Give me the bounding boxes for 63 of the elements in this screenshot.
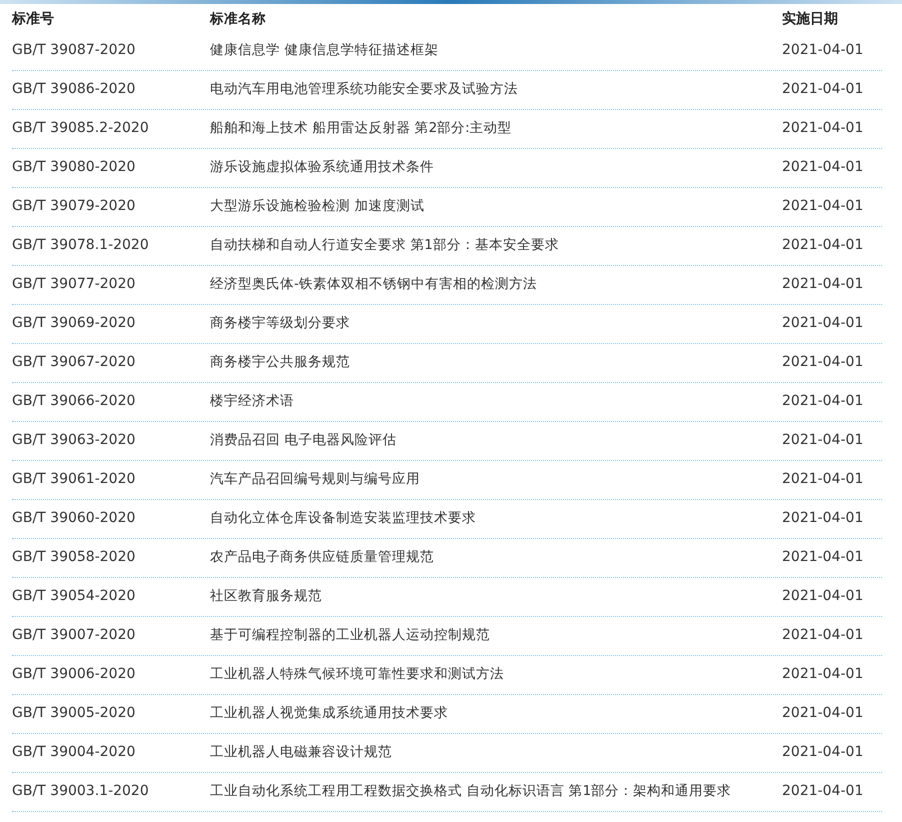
table-cell-text: GB/T 39069-2020 — [12, 314, 136, 333]
table-cell-text: GB/T 39080-2020 — [12, 158, 136, 177]
table-cell-text: 船舶和海上技术 船用雷达反射器 第2部分:主动型 — [210, 119, 513, 138]
table-cell-text: 健康信息学 健康信息学特征描述框架 — [210, 41, 440, 60]
table-cell-text: GB/T 39086-2020 — [12, 80, 136, 99]
table-cell-text: GB/T 39007-2020 — [12, 626, 136, 645]
table-cell-text: 2021-04-01 — [782, 392, 864, 411]
column-header: 实施日期 — [782, 10, 839, 28]
table-cell-text: GB/T 39067-2020 — [12, 353, 136, 372]
table-cell-text: GB/T 39087-2020 — [12, 41, 136, 60]
table-cell-text: 2021-04-01 — [782, 275, 864, 294]
table-cell-text: 自动化立体仓库设备制造安装监理技术要求 — [210, 509, 477, 528]
table-cell-text: 2021-04-01 — [782, 665, 864, 684]
table-cell-text: 2021-04-01 — [782, 704, 864, 723]
table-cell-text: GB/T 39060-2020 — [12, 509, 136, 528]
table-cell-text: 电动汽车用电池管理系统功能安全要求及试验方法 — [210, 80, 519, 99]
table-cell-text: 楼宇经济术语 — [210, 392, 295, 411]
table-cell-text: GB/T 39054-2020 — [12, 587, 136, 606]
table-cell-text: GB/T 39006-2020 — [12, 665, 136, 684]
table-cell-text: 2021-04-01 — [782, 548, 864, 567]
table-cell-text: 2021-04-01 — [782, 41, 864, 60]
table-cell-text: 大型游乐设施检验检测 加速度测试 — [210, 197, 426, 216]
table-cell-text: 经济型奥氏体-铁素体双相不锈钢中有害相的检测方法 — [210, 275, 538, 294]
table-cell-text: GB/T 39061-2020 — [12, 470, 136, 489]
table-cell-text: GB/T 39004-2020 — [12, 743, 136, 762]
table-cell-text: GB/T 39005-2020 — [12, 704, 136, 723]
table-cell-text: 工业机器人特殊气候环境可靠性要求和测试方法 — [210, 665, 505, 684]
table-cell-text: 工业机器人视觉集成系统通用技术要求 — [210, 704, 449, 723]
table-cell-text: 2021-04-01 — [782, 509, 864, 528]
table-cell-text: 2021-04-01 — [782, 470, 864, 489]
table-cell-text: GB/T 39058-2020 — [12, 548, 136, 567]
table-cell-text: GB/T 39063-2020 — [12, 431, 136, 450]
table-cell-text: 商务楼宇等级划分要求 — [210, 314, 351, 333]
table-cell-text: 基于可编程控制器的工业机器人运动控制规范 — [210, 626, 491, 645]
table-cell-text: 商务楼宇公共服务规范 — [210, 353, 351, 372]
table-cell-text: 汽车产品召回编号规则与编号应用 — [210, 470, 421, 489]
table-cell-text: 2021-04-01 — [782, 626, 864, 645]
table-cell-text: 2021-04-01 — [782, 80, 864, 99]
table-cell-text: 2021-04-01 — [782, 314, 864, 333]
table-cell-text: 消费品召回 电子电器风险评估 — [210, 431, 398, 450]
table-cell-text: 工业自动化系统工程用工程数据交换格式 自动化标识语言 第1部分：架构和通用要求 — [210, 782, 732, 801]
table-cell-text: GB/T 39066-2020 — [12, 392, 136, 411]
table-cell-text: 游乐设施虚拟体验系统通用技术条件 — [210, 158, 435, 177]
table-cell-text: GB/T 39078.1-2020 — [12, 236, 150, 255]
table-cell-text: 2021-04-01 — [782, 587, 864, 606]
table-cell-text: 2021-04-01 — [782, 431, 864, 450]
table-cell-text: 自动扶梯和自动人行道安全要求 第1部分：基本安全要求 — [210, 236, 560, 255]
table-cell-text: 2021-04-01 — [782, 743, 864, 762]
column-header: 标准号 — [12, 10, 55, 28]
table-cell-text: 2021-04-01 — [782, 782, 864, 801]
table-cell-text: 工业机器人电磁兼容设计规范 — [210, 743, 393, 762]
table-cell-text: GB/T 39085.2-2020 — [12, 119, 150, 138]
table-cell-text: GB/T 39003.1-2020 — [12, 782, 150, 801]
table-cell-text: 农产品电子商务供应链质量管理规范 — [210, 548, 435, 567]
table-cell-text: GB/T 39079-2020 — [12, 197, 136, 216]
table-cell-text: 社区教育服务规范 — [210, 587, 323, 606]
table-cell-text: 2021-04-01 — [782, 197, 864, 216]
table-cell-text: 2021-04-01 — [782, 158, 864, 177]
table-cell-text: GB/T 39077-2020 — [12, 275, 136, 294]
table-cell-text: 2021-04-01 — [782, 119, 864, 138]
table-cell-text: 2021-04-01 — [782, 236, 864, 255]
column-header: 标准名称 — [210, 10, 267, 28]
table-cell-text: 2021-04-01 — [782, 353, 864, 372]
